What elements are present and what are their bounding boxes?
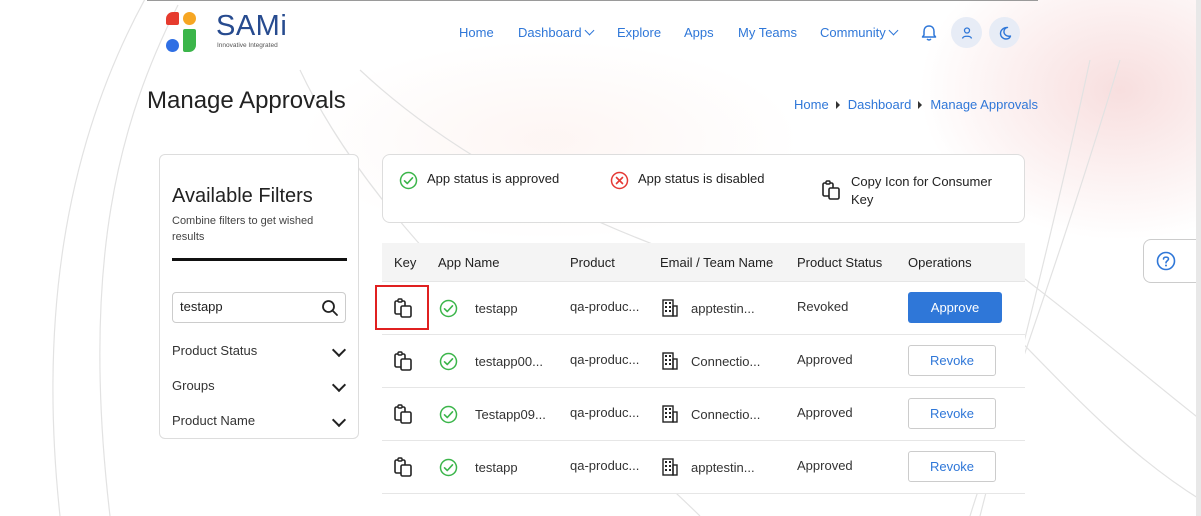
check-circle-icon: [399, 171, 418, 190]
search-box: [172, 292, 346, 323]
chevron-down-icon: [888, 25, 899, 36]
help-button[interactable]: [1143, 239, 1201, 283]
app-name: testapp: [475, 459, 518, 475]
filter-label: Product Status: [172, 343, 258, 358]
highlight-box: [375, 285, 429, 330]
brand-name: SAMi: [216, 10, 288, 42]
nav-community[interactable]: Community: [820, 25, 899, 41]
product-name: qa-produc...: [570, 457, 640, 473]
table-header: Key App Name Product Email / Team Name P…: [382, 243, 1025, 281]
nav-my-teams[interactable]: My Teams: [738, 25, 797, 41]
status-legend: App status is approved App status is dis…: [382, 154, 1025, 223]
product-status: Revoked: [797, 298, 849, 314]
check-circle-icon: [439, 335, 458, 387]
table-row: Testapp09... qa-produc... Connectio... A…: [382, 387, 1025, 440]
revoke-button[interactable]: Revoke: [908, 345, 996, 376]
breadcrumb-dashboard[interactable]: Dashboard: [848, 97, 912, 112]
filter-label: Groups: [172, 378, 215, 393]
legend-copy: Copy Icon for Consumer Key: [820, 173, 1000, 209]
filters-title: Available Filters: [172, 185, 313, 207]
chevron-down-icon: [584, 25, 595, 36]
product-status: Approved: [797, 457, 853, 473]
check-circle-icon: [439, 441, 458, 493]
legend-disabled-text: App status is disabled: [638, 171, 765, 186]
table-row: testapp00... qa-produc... Connectio... A…: [382, 334, 1025, 387]
col-product-status: Product Status: [797, 255, 883, 270]
check-circle-icon: [439, 282, 458, 334]
email-team-name: apptestin...: [691, 459, 755, 475]
product-status: Approved: [797, 404, 853, 420]
copy-key-icon[interactable]: [392, 335, 414, 387]
filter-product-status[interactable]: Product Status: [172, 342, 348, 363]
copy-key-icon[interactable]: [392, 441, 414, 493]
col-app-name: App Name: [438, 255, 500, 270]
col-product: Product: [570, 255, 615, 270]
nav-community-label: Community: [820, 25, 886, 40]
theme-toggle-button[interactable]: [989, 17, 1020, 48]
table-row: testapp qa-produc... apptestin... Revoke…: [382, 281, 1025, 334]
search-icon[interactable]: [321, 299, 339, 317]
filter-label: Product Name: [172, 413, 256, 428]
app-name: testapp00...: [475, 353, 543, 369]
product-status: Approved: [797, 351, 853, 367]
copy-key-icon[interactable]: [392, 388, 414, 440]
caret-right-icon: [918, 100, 923, 109]
product-name: qa-produc...: [570, 298, 640, 314]
building-icon: [660, 335, 680, 387]
top-divider: [147, 0, 1038, 1]
app-name: testapp: [475, 300, 518, 316]
nav-home[interactable]: Home: [459, 25, 494, 41]
page-scrollbar[interactable]: [1196, 0, 1201, 516]
revoke-button[interactable]: Revoke: [908, 451, 996, 482]
email-team-name: Connectio...: [691, 406, 761, 422]
building-icon: [660, 441, 680, 493]
question-circle-icon: [1156, 251, 1176, 271]
nav-explore[interactable]: Explore: [617, 25, 661, 41]
filter-groups[interactable]: Groups: [172, 377, 348, 398]
check-circle-icon: [439, 388, 458, 440]
app-name: Testapp09...: [475, 406, 546, 422]
filter-product-name[interactable]: Product Name: [172, 412, 348, 433]
search-input[interactable]: [180, 299, 310, 314]
page-title: Manage Approvals: [147, 87, 346, 114]
approvals-table: Key App Name Product Email / Team Name P…: [382, 243, 1025, 494]
bell-icon[interactable]: [919, 23, 939, 43]
nav-apps[interactable]: Apps: [684, 25, 714, 41]
x-circle-icon: [610, 171, 629, 190]
user-icon: [961, 26, 972, 39]
legend-approved: App status is approved: [399, 171, 559, 190]
nav-dashboard-label: Dashboard: [518, 25, 582, 40]
legend-copy-text: Copy Icon for Consumer Key: [851, 174, 992, 207]
col-email-team: Email / Team Name: [660, 255, 774, 270]
approve-button[interactable]: Approve: [908, 292, 1002, 323]
nav-dashboard[interactable]: Dashboard: [518, 25, 595, 41]
breadcrumb: Home Dashboard Manage Approvals: [794, 97, 1038, 112]
legend-approved-text: App status is approved: [427, 171, 560, 186]
breadcrumb-current[interactable]: Manage Approvals: [930, 97, 1038, 112]
filters-divider: [172, 258, 347, 261]
breadcrumb-home[interactable]: Home: [794, 97, 829, 112]
email-team-name: apptestin...: [691, 300, 755, 316]
moon-icon: [999, 26, 1011, 40]
revoke-button[interactable]: Revoke: [908, 398, 996, 429]
filters-panel: Available Filters Combine filters to get…: [159, 154, 359, 439]
product-name: qa-produc...: [570, 351, 640, 367]
clipboard-copy-icon: [822, 180, 840, 200]
product-name: qa-produc...: [570, 404, 640, 420]
sami-logo[interactable]: SAMi Innovative Integrated: [166, 10, 296, 56]
col-key: Key: [394, 255, 417, 270]
chevron-down-icon: [331, 377, 347, 393]
filters-subtitle: Combine filters to get wished results: [172, 215, 314, 243]
chevron-down-icon: [331, 342, 347, 358]
brand-tagline: Innovative Integrated: [217, 42, 278, 49]
email-team-name: Connectio...: [691, 353, 761, 369]
legend-disabled: App status is disabled: [610, 171, 764, 190]
col-operations: Operations: [908, 255, 972, 270]
caret-right-icon: [835, 100, 840, 109]
user-profile-button[interactable]: [951, 17, 982, 48]
building-icon: [660, 388, 680, 440]
building-icon: [660, 282, 680, 334]
table-row: testapp qa-produc... apptestin... Approv…: [382, 440, 1025, 494]
chevron-down-icon: [331, 412, 347, 428]
